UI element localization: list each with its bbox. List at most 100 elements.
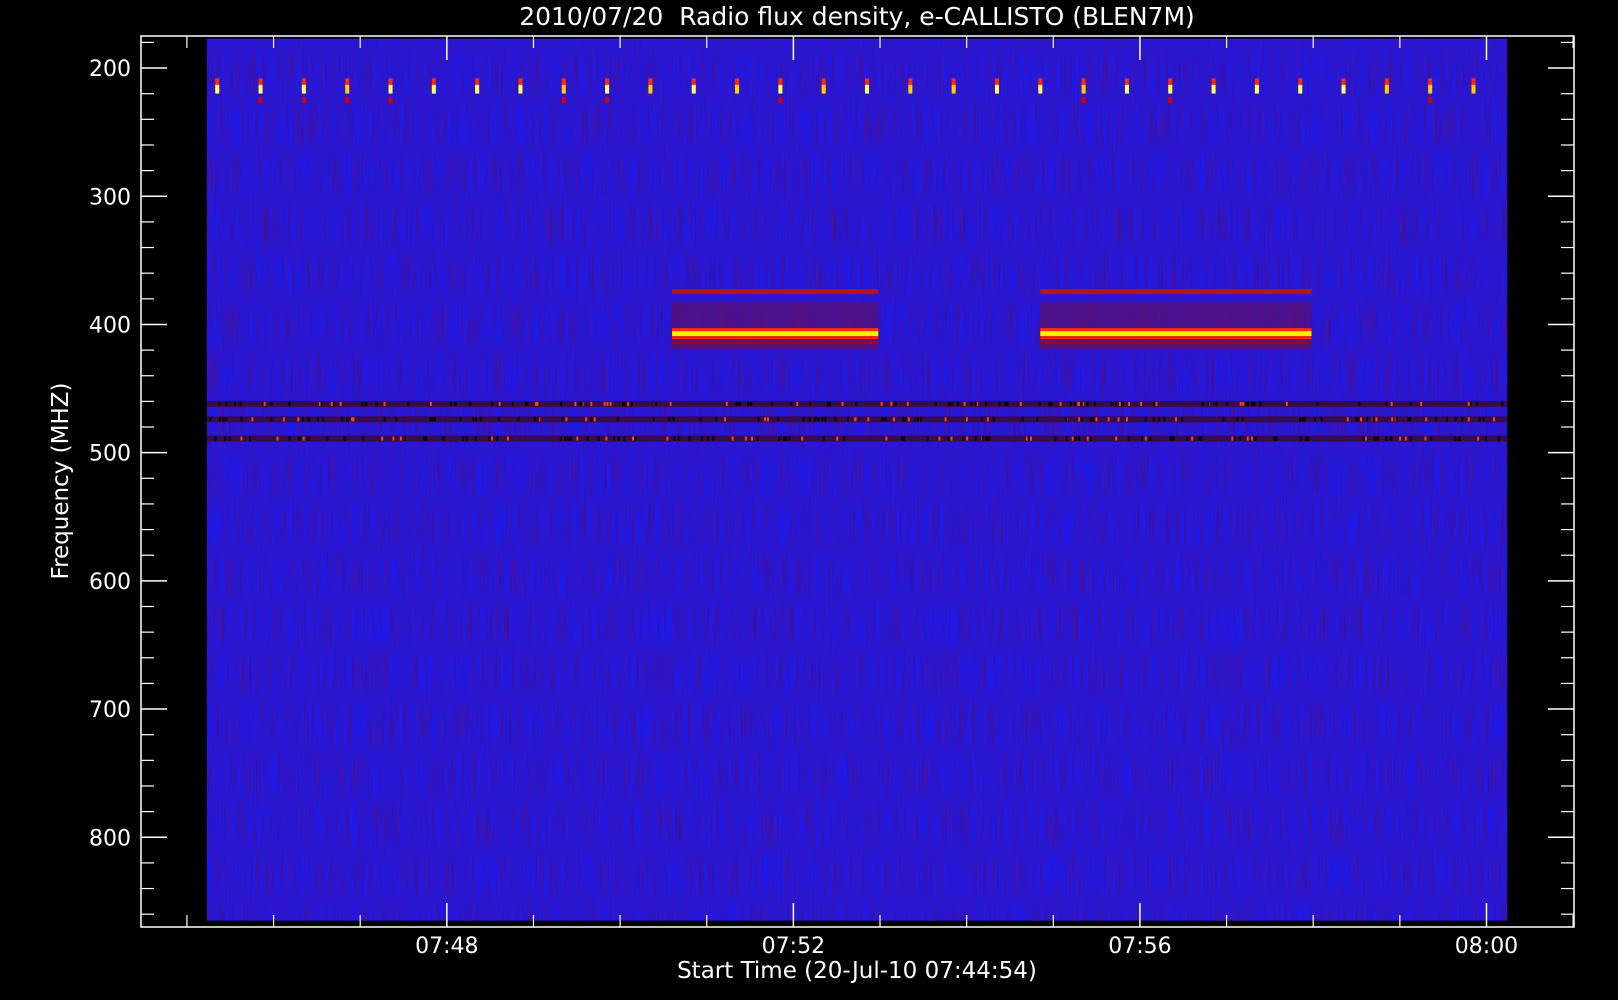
interference-dot — [987, 436, 990, 441]
burst-core — [1254, 84, 1259, 94]
interference-dot — [784, 436, 787, 441]
spectrogram-image — [206, 38, 1508, 921]
interference-dot — [1169, 436, 1172, 441]
interference-dot — [225, 417, 228, 422]
interference-dot — [834, 417, 837, 422]
interference-dot — [880, 401, 883, 406]
interference-dot — [1048, 401, 1051, 406]
interference-dot — [282, 417, 285, 422]
interference-dot — [462, 436, 465, 441]
interference-dot — [926, 436, 929, 441]
interference-dot — [270, 401, 273, 406]
interference-dot — [985, 401, 988, 406]
interference-dot — [892, 417, 895, 422]
burst-core — [1384, 84, 1389, 94]
interference-dot — [894, 401, 897, 406]
interference-dot — [854, 417, 857, 422]
interference-dot — [707, 436, 710, 441]
interference-dot — [756, 436, 759, 441]
interference-dot — [669, 401, 672, 406]
interference-dot — [1069, 401, 1072, 406]
interference-dot — [228, 436, 231, 441]
interference-dot — [1181, 417, 1184, 422]
interference-dot — [1090, 436, 1093, 441]
interference-dot — [392, 436, 395, 441]
interference-dot — [867, 417, 870, 422]
burst-tail — [1081, 97, 1086, 104]
interference-dot — [796, 401, 799, 406]
interference-dot — [534, 401, 537, 406]
interference-dot — [472, 417, 475, 422]
interference-dot — [1454, 436, 1457, 441]
interference-dot — [559, 436, 562, 441]
interference-dot — [1259, 401, 1262, 406]
interference-dot — [224, 436, 227, 441]
interference-dot — [630, 401, 633, 406]
interference-dot — [1004, 401, 1007, 406]
interference-dot — [1399, 436, 1402, 441]
interference-dot — [225, 401, 228, 406]
interference-dot — [808, 401, 811, 406]
interference-dot — [1358, 401, 1361, 406]
burst-core — [994, 84, 999, 94]
interference-dot — [822, 436, 825, 441]
interference-dot — [306, 417, 309, 422]
burst-core — [1298, 84, 1303, 94]
y-tick-label: 700 — [89, 698, 131, 723]
interference-dot — [884, 417, 887, 422]
interference-dot — [1252, 401, 1255, 406]
interference-dot — [407, 401, 410, 406]
interference-dot — [1074, 401, 1077, 406]
interference-dot — [1239, 401, 1242, 406]
y-tick-label: 400 — [89, 313, 131, 338]
interference-dot — [1316, 401, 1319, 406]
interference-dot — [270, 417, 273, 422]
interference-dot — [1498, 436, 1501, 441]
interference-dot — [1246, 436, 1249, 441]
y-tick-label: 500 — [89, 442, 131, 467]
x-tick-label: 07:52 — [762, 934, 825, 959]
interference-dot — [346, 417, 349, 422]
x-tick-label: 07:48 — [415, 934, 478, 959]
interference-dot — [1059, 401, 1062, 406]
interference-dot — [992, 417, 995, 422]
interference-dot — [567, 436, 570, 441]
interference-dot — [383, 401, 386, 406]
interference-dot — [725, 401, 728, 406]
interference-dot — [375, 401, 378, 406]
interference-dot — [1050, 401, 1053, 406]
burst-core — [561, 84, 566, 94]
burst-tail — [778, 97, 783, 104]
interference-dot — [1149, 436, 1152, 441]
interference-dot — [672, 417, 675, 422]
interference-dot — [673, 436, 676, 441]
interference-dot — [561, 417, 564, 422]
burst-core — [648, 84, 653, 94]
interference-dot — [783, 436, 786, 441]
burst-core — [388, 84, 393, 94]
interference-dot — [332, 401, 335, 406]
interference-dot — [233, 401, 236, 406]
interference-dot — [632, 436, 635, 441]
burst-tail — [301, 97, 306, 104]
interference-dot — [1078, 417, 1081, 422]
interference-dot — [1222, 417, 1225, 422]
interference-dot — [429, 401, 432, 406]
chart-title: 2010/07/20 Radio flux density, e-CALLIST… — [519, 2, 1195, 31]
interference-dot — [240, 436, 243, 441]
burst-core — [1038, 84, 1043, 94]
interference-dot — [1390, 401, 1393, 406]
interference-dot — [1163, 417, 1166, 422]
y-tick-label: 800 — [89, 826, 131, 851]
interference-dot — [403, 436, 406, 441]
interference-dot — [351, 417, 354, 422]
interference-dot — [1140, 401, 1143, 406]
burst-tail — [561, 97, 566, 104]
interference-dot — [1086, 401, 1089, 406]
interference-dot — [1089, 417, 1092, 422]
interference-dot — [1239, 436, 1242, 441]
interference-dot — [1469, 401, 1472, 406]
interference-dot — [449, 401, 452, 406]
interference-dot — [536, 417, 539, 422]
interference-dot — [517, 417, 520, 422]
